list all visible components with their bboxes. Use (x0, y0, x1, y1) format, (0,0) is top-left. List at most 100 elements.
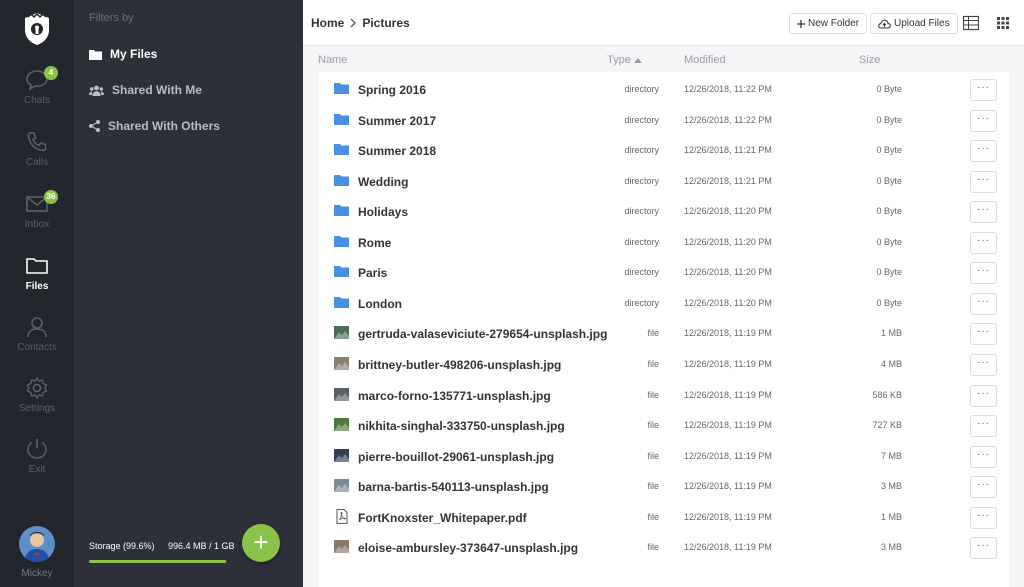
file-name[interactable]: London (358, 297, 402, 311)
file-name[interactable]: Holidays (358, 205, 408, 219)
more-options-button[interactable]: ··· (970, 353, 997, 376)
file-name[interactable]: nikhita-singhal-333750-unsplash.jpg (358, 419, 565, 433)
image-thumbnail (334, 356, 349, 370)
file-modified: 12/26/2018, 11:19 PM (684, 481, 772, 492)
file-modified: 12/26/2018, 11:22 PM (684, 84, 772, 94)
image-thumbnail (334, 540, 349, 554)
file-size: 3 MB (880, 481, 902, 492)
table-row[interactable]: London directory 12/26/2018, 11:20 PM 0 Byt… (319, 288, 1009, 318)
file-type: file (647, 450, 659, 461)
table-row[interactable]: gertruda-valaseviciute-279654-unsplash.j… (319, 318, 1009, 348)
file-name[interactable]: Paris (358, 266, 387, 280)
file-name[interactable]: Spring 2016 (358, 83, 426, 97)
table-row[interactable]: eloise-ambursley-373647-unsplash.jpg file… (319, 532, 1009, 562)
filter-my-files[interactable]: My Files (89, 44, 157, 64)
cloud-upload-icon (878, 19, 891, 28)
folder-icon (334, 235, 349, 247)
rail-item-exit[interactable]: Exit (0, 437, 74, 493)
file-name[interactable]: gertruda-valaseviciute-279654-unsplash.j… (358, 327, 607, 341)
rail-item-chats[interactable]: 4 Chats (0, 66, 74, 124)
file-type: file (647, 481, 659, 492)
file-name[interactable]: FortKnoxster_Whitepaper.pdf (358, 511, 527, 525)
file-name[interactable]: Wedding (358, 175, 408, 189)
table-row[interactable]: Summer 2018 directory 12/26/2018, 11:21 PM… (319, 135, 1009, 165)
breadcrumb: Home Pictures (311, 16, 410, 30)
more-options-button[interactable]: ··· (970, 262, 997, 285)
inbox-badge: 36 (44, 190, 58, 204)
main-content: Home Pictures New Folder Upload Files Na… (303, 0, 1024, 587)
add-button[interactable]: + (242, 524, 280, 562)
more-options-button[interactable]: ··· (970, 109, 997, 132)
new-folder-button[interactable]: New Folder (789, 13, 868, 34)
file-type: file (647, 511, 659, 522)
file-type: file (647, 328, 659, 339)
avatar-image (19, 526, 55, 562)
table-row[interactable]: FortKnoxster_Whitepaper.pdf file 12/26/201… (319, 502, 1009, 532)
file-name[interactable]: Summer 2018 (358, 144, 436, 158)
file-name[interactable]: barna-bartis-540113-unsplash.jpg (358, 480, 549, 494)
grid-view-icon[interactable] (995, 15, 1011, 31)
more-options-button[interactable]: ··· (970, 537, 997, 560)
more-options-button[interactable]: ··· (970, 415, 997, 438)
filter-label: Shared With Others (108, 119, 220, 133)
more-options-button[interactable]: ··· (970, 140, 997, 163)
rail-item-files[interactable]: Files (0, 254, 74, 310)
table-row[interactable]: Paris directory 12/26/2018, 11:20 PM 0 Byte… (319, 257, 1009, 287)
rail-item-contacts[interactable]: Contacts (0, 315, 74, 371)
file-name[interactable]: Summer 2017 (358, 114, 436, 128)
file-name[interactable]: Rome (358, 236, 391, 250)
top-bar: Home Pictures New Folder Upload Files (303, 0, 1024, 46)
more-options-button[interactable]: ··· (970, 231, 997, 254)
rail-item-calls[interactable]: Calls (0, 130, 74, 186)
file-name[interactable]: pierre-bouillot-29061-unsplash.jpg (358, 450, 554, 464)
list-view-icon[interactable] (963, 15, 979, 31)
more-options-button[interactable]: ··· (970, 384, 997, 407)
more-options-button[interactable]: ··· (970, 445, 997, 468)
column-header-size[interactable]: Size (859, 54, 880, 66)
table-row[interactable]: Spring 2016 directory 12/26/2018, 11:22 PM… (319, 74, 1009, 104)
upload-files-label: Upload Files (894, 18, 950, 29)
rail-item-settings[interactable]: Settings (0, 376, 74, 432)
filter-shared-with-others[interactable]: Shared With Others (89, 116, 220, 136)
column-header-name[interactable]: Name (318, 54, 347, 66)
storage-bar (89, 560, 227, 563)
column-header-type[interactable]: Type (607, 54, 642, 66)
table-row[interactable]: nikhita-singhal-333750-unsplash.jpg file 1… (319, 410, 1009, 440)
rail-item-label: Settings (18, 403, 56, 414)
more-options-button[interactable]: ··· (970, 170, 997, 193)
file-size: 0 Byte (876, 236, 902, 247)
table-row[interactable]: barna-bartis-540113-unsplash.jpg file 12/2… (319, 471, 1009, 501)
file-modified: 12/26/2018, 11:19 PM (684, 542, 772, 553)
chats-badge: 4 (44, 66, 58, 80)
table-row[interactable]: Rome directory 12/26/2018, 11:20 PM 0 Byte ·… (319, 227, 1009, 257)
breadcrumb-home[interactable]: Home (311, 16, 344, 30)
storage-label: Storage (99.6%) (89, 541, 155, 551)
column-header-modified[interactable]: Modified (684, 54, 726, 66)
table-row[interactable]: Holidays directory 12/26/2018, 11:20 PM 0 B… (319, 196, 1009, 226)
app-rail: 4 Chats Calls 36 Inbox Files Contacts Se… (0, 0, 74, 587)
table-row[interactable]: marco-forno-135771-unsplash.jpg file 12/26… (319, 380, 1009, 410)
more-options-button[interactable]: ··· (970, 476, 997, 499)
file-name[interactable]: marco-forno-135771-unsplash.jpg (358, 389, 551, 403)
table-row[interactable]: brittney-butler-498206-unsplash.jpg file 1… (319, 349, 1009, 379)
new-folder-label: New Folder (808, 18, 860, 29)
file-size: 0 Byte (876, 114, 902, 125)
rail-item-inbox[interactable]: 36 Inbox (0, 190, 74, 248)
more-options-button[interactable]: ··· (970, 201, 997, 224)
file-name[interactable]: brittney-butler-498206-unsplash.jpg (358, 358, 561, 372)
upload-files-button[interactable]: Upload Files (870, 13, 958, 34)
file-modified: 12/26/2018, 11:19 PM (684, 450, 772, 461)
avatar[interactable] (19, 526, 55, 562)
table-row[interactable]: Wedding directory 12/26/2018, 11:21 PM 0 By… (319, 166, 1009, 196)
table-row[interactable]: pierre-bouillot-29061-unsplash.jpg file 12… (319, 441, 1009, 471)
file-modified: 12/26/2018, 11:19 PM (684, 511, 772, 522)
more-options-button[interactable]: ··· (970, 506, 997, 529)
more-options-button[interactable]: ··· (970, 79, 997, 101)
file-name[interactable]: eloise-ambursley-373647-unsplash.jpg (358, 541, 578, 555)
table-row[interactable]: Summer 2017 directory 12/26/2018, 11:22 PM… (319, 105, 1009, 135)
more-options-button[interactable]: ··· (970, 323, 997, 346)
filter-shared-with-me[interactable]: Shared With Me (89, 80, 202, 100)
more-options-button[interactable]: ··· (970, 292, 997, 315)
file-type: file (647, 358, 659, 369)
file-modified: 12/26/2018, 11:20 PM (684, 297, 772, 308)
